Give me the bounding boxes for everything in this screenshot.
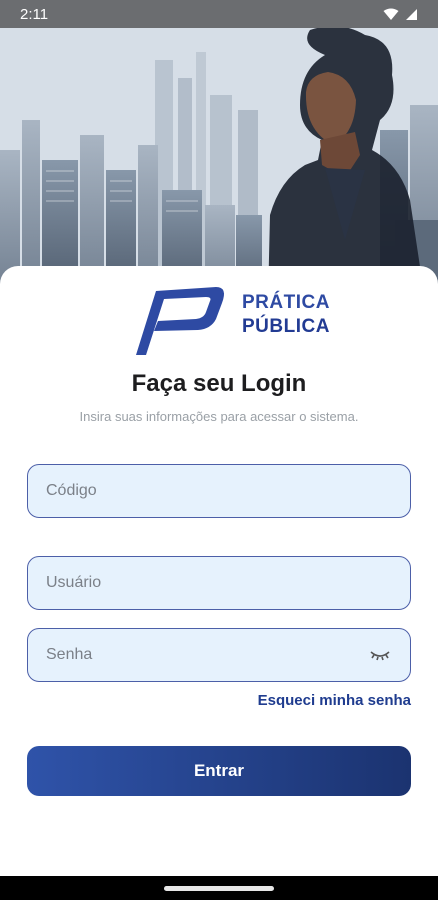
brand-name: PRÁTICA PÚBLICA: [242, 291, 330, 339]
home-gesture-handle[interactable]: [164, 885, 274, 891]
city-skyline-illustration: [0, 0, 438, 300]
wifi-icon: [383, 8, 399, 20]
password-field[interactable]: [27, 628, 411, 682]
user-input[interactable]: [46, 574, 392, 592]
code-field[interactable]: [27, 464, 411, 518]
password-input[interactable]: [46, 646, 368, 664]
status-icons: [383, 8, 418, 21]
brand-line-1: PRÁTICA: [242, 292, 330, 313]
eye-off-icon[interactable]: [368, 643, 392, 667]
brand-line-2: PÚBLICA: [242, 316, 330, 337]
login-button[interactable]: Entrar: [27, 746, 411, 796]
code-input[interactable]: [46, 482, 392, 500]
forgot-password-link[interactable]: Esqueci minha senha: [258, 692, 411, 709]
hero-image: [0, 0, 438, 300]
status-time: 2:11: [20, 5, 49, 23]
user-field[interactable]: [27, 556, 411, 610]
navigation-bar: [0, 876, 438, 900]
signal-icon: [406, 8, 417, 20]
login-title: Faça seu Login: [131, 370, 307, 397]
login-subtitle: Insira suas informações para acessar o s…: [79, 409, 359, 424]
status-bar: 2:11: [0, 0, 438, 28]
